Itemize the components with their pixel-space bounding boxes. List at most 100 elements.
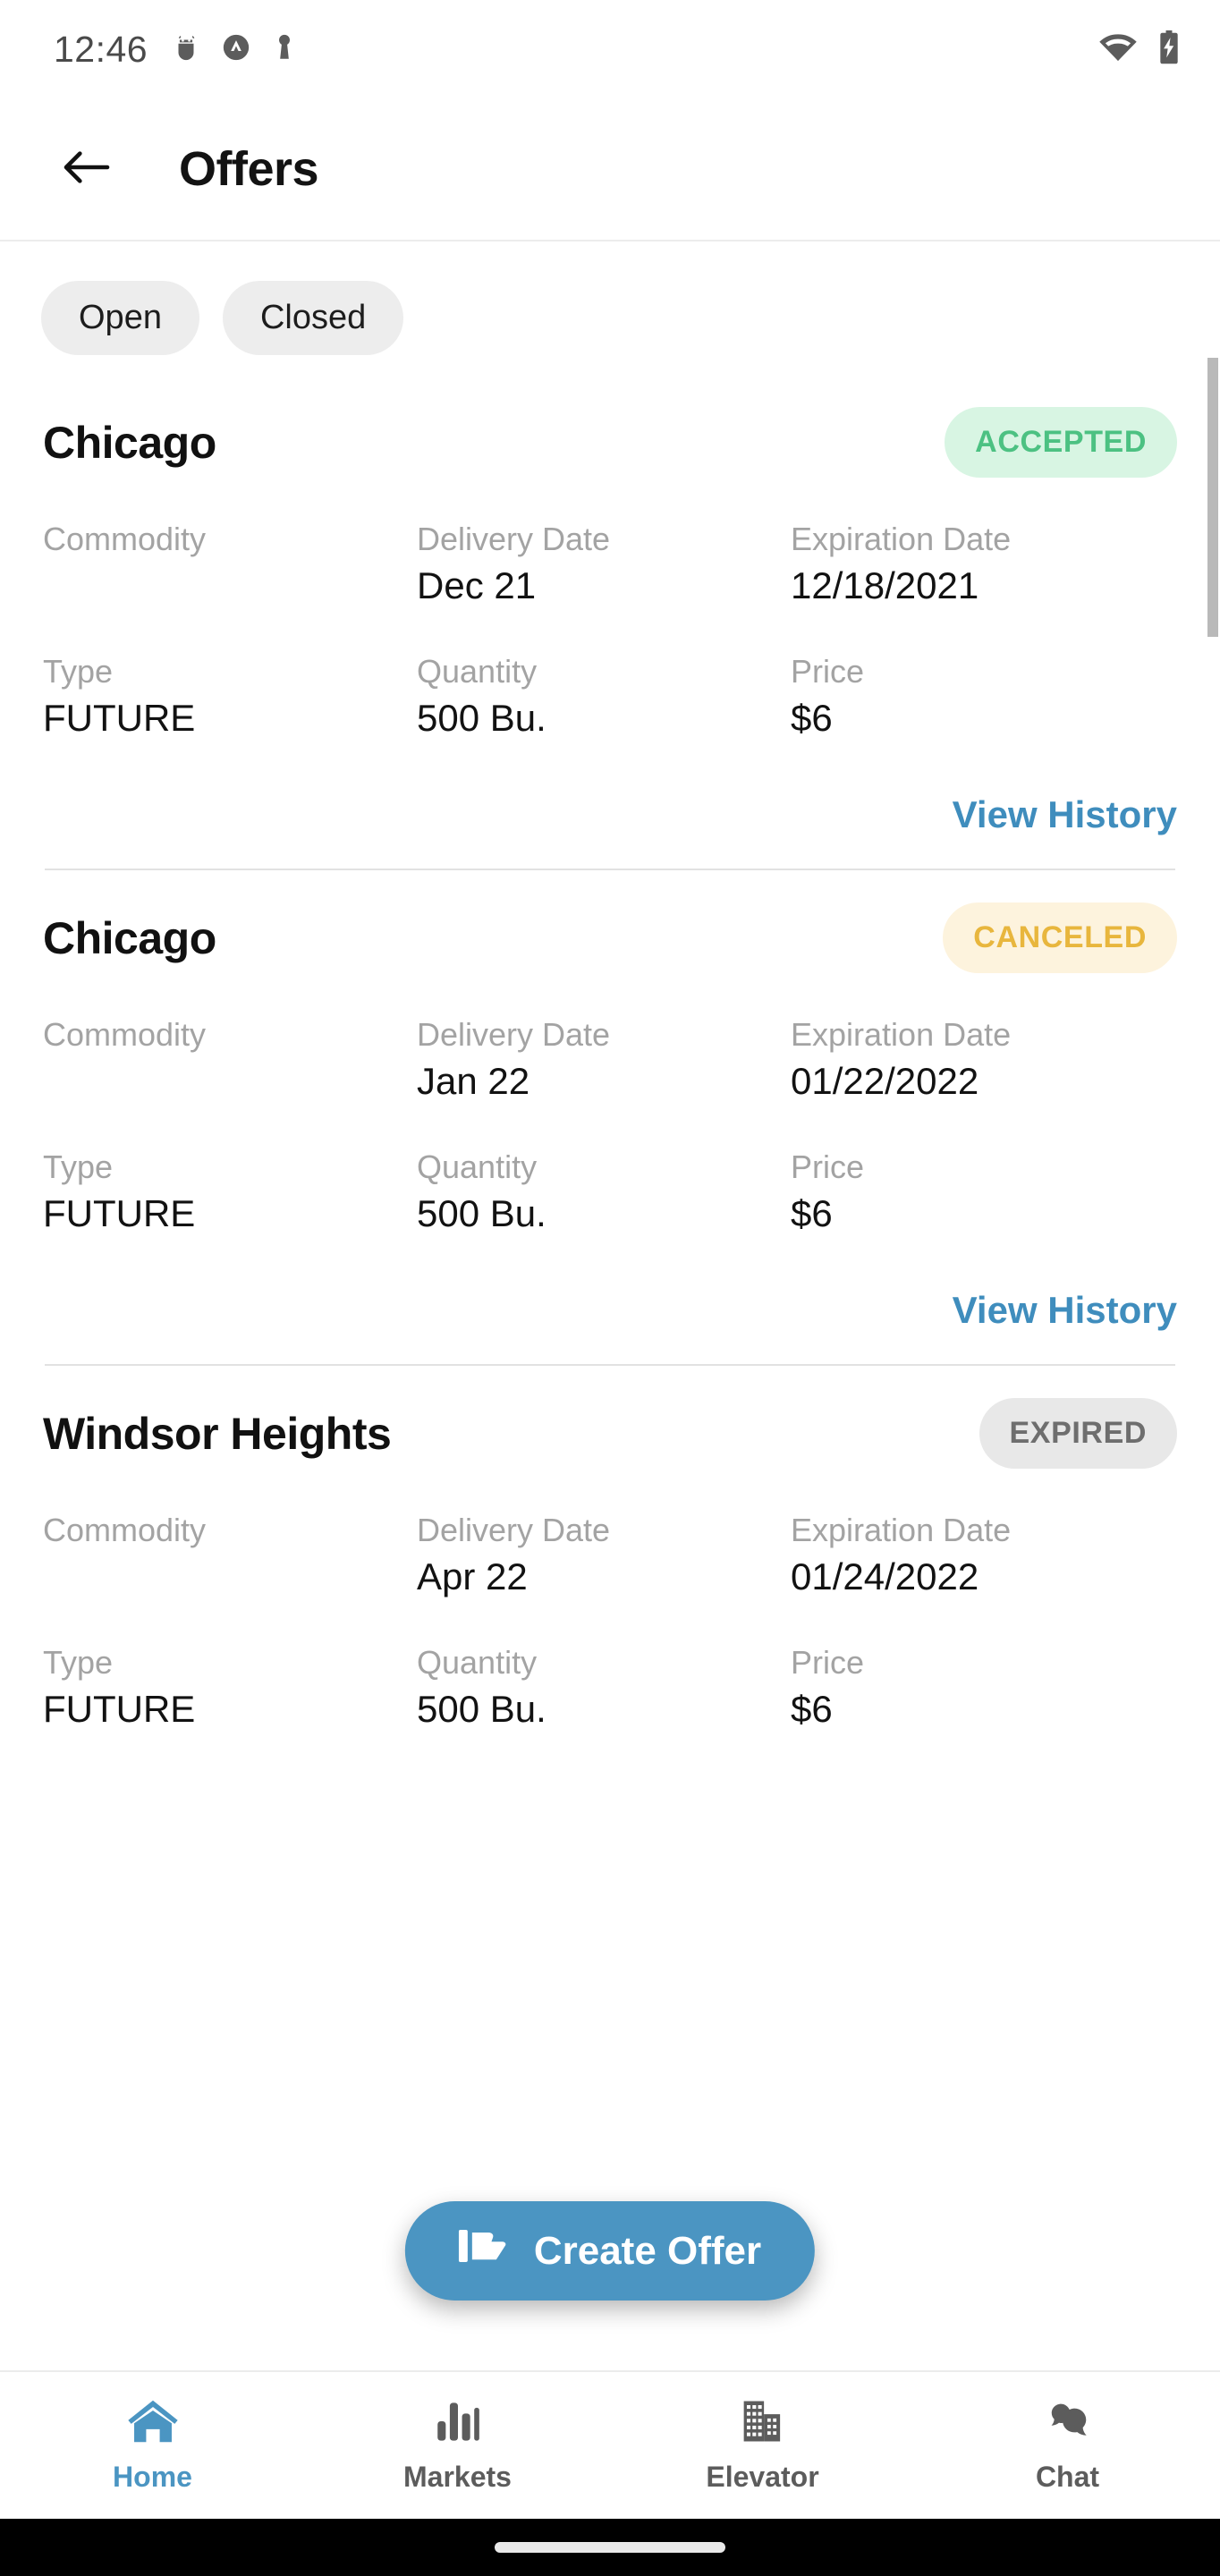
delivery-date-label: Delivery Date xyxy=(417,1512,611,1548)
create-offer-label: Create Offer xyxy=(533,2228,762,2273)
delivery-date-cell: Delivery Date Dec 21 xyxy=(417,519,791,610)
quantity-label: Quantity xyxy=(417,652,538,690)
price-cell: Price $6 xyxy=(791,651,1177,742)
offers-scroll-area[interactable]: Open Closed Chicago ACCEPTED Commodity D… xyxy=(0,242,1220,2370)
offer-detail-row-2: Type FUTURE Quantity 500 Bu. Price $6 xyxy=(43,610,1177,742)
commodity-label: Commodity xyxy=(43,521,207,557)
nav-item-markets[interactable]: Markets xyxy=(305,2372,610,2519)
price-label: Price xyxy=(791,1148,865,1185)
bottom-navigation: Home Markets Elevator Chat xyxy=(0,2370,1220,2519)
expiration-date-value: 01/22/2022 xyxy=(791,1060,979,1102)
expiration-date-cell: Expiration Date 01/22/2022 xyxy=(791,1014,1177,1106)
quantity-value: 500 Bu. xyxy=(417,1191,546,1234)
system-gesture-bar xyxy=(0,2519,1220,2576)
status-badge: CANCELED xyxy=(943,902,1177,973)
offer-location: Chicago xyxy=(43,417,216,468)
status-badge: EXPIRED xyxy=(979,1398,1177,1469)
expiration-date-cell: Expiration Date 01/24/2022 xyxy=(791,1510,1177,1601)
nav-label-markets: Markets xyxy=(403,2461,512,2493)
nav-label-elevator: Elevator xyxy=(706,2461,819,2493)
commodity-value xyxy=(43,563,417,609)
commodity-cell: Commodity xyxy=(43,519,417,610)
chat-bubbles-icon xyxy=(1043,2397,1093,2450)
expiration-date-value: 12/18/2021 xyxy=(791,564,979,606)
status-bar-clock: 12:46 xyxy=(54,28,148,70)
view-history-link[interactable]: View History xyxy=(953,1289,1177,1332)
commodity-label: Commodity xyxy=(43,1016,207,1053)
type-label: Type xyxy=(43,652,114,690)
delivery-date-cell: Delivery Date Apr 22 xyxy=(417,1510,791,1601)
offer-card[interactable]: Windsor Heights EXPIRED Commodity Delive… xyxy=(0,1366,1220,1733)
back-arrow-icon xyxy=(61,147,113,192)
type-cell: Type FUTURE xyxy=(43,1147,417,1238)
nav-item-elevator[interactable]: Elevator xyxy=(610,2372,915,2519)
delivery-date-value: Jan 22 xyxy=(417,1060,530,1102)
commodity-label: Commodity xyxy=(43,1512,207,1548)
nav-item-home[interactable]: Home xyxy=(0,2372,305,2519)
quantity-cell: Quantity 500 Bu. xyxy=(417,1642,791,1733)
vpn-key-icon xyxy=(271,32,298,67)
offer-card[interactable]: Chicago CANCELED Commodity Delivery Date… xyxy=(0,870,1220,1332)
delivery-date-value: Apr 22 xyxy=(417,1555,528,1597)
quantity-value: 500 Bu. xyxy=(417,696,546,739)
app-screen: 12:46 Offers Open Closed Chicago ACCEPTE… xyxy=(0,0,1220,2576)
status-bar-system-icons xyxy=(1098,30,1181,69)
nav-label-home: Home xyxy=(113,2461,192,2493)
commodity-cell: Commodity xyxy=(43,1014,417,1106)
offer-detail-row-2: Type FUTURE Quantity 500 Bu. Price $6 xyxy=(43,1601,1177,1733)
view-history-row: View History xyxy=(43,741,1177,836)
status-bar-notification-icons xyxy=(171,32,298,67)
offer-header: Chicago CANCELED xyxy=(43,870,1177,973)
delivery-date-cell: Delivery Date Jan 22 xyxy=(417,1014,791,1106)
battery-charging-icon xyxy=(1157,30,1181,69)
filter-chip-open[interactable]: Open xyxy=(41,281,199,355)
offer-detail-row-1: Commodity Delivery Date Dec 21 Expiratio… xyxy=(43,478,1177,610)
quantity-cell: Quantity 500 Bu. xyxy=(417,1147,791,1238)
type-label: Type xyxy=(43,1148,114,1185)
quantity-value: 500 Bu. xyxy=(417,1687,546,1730)
quantity-label: Quantity xyxy=(417,1148,538,1185)
building-icon xyxy=(739,2397,787,2450)
filter-chip-closed[interactable]: Closed xyxy=(222,281,404,355)
price-label: Price xyxy=(791,1643,865,1681)
create-offer-button[interactable]: Create Offer xyxy=(404,2201,816,2301)
app-bar: Offers xyxy=(0,98,1220,242)
nav-label-chat: Chat xyxy=(1035,2461,1100,2493)
type-value: FUTURE xyxy=(43,696,196,739)
expiration-date-cell: Expiration Date 12/18/2021 xyxy=(791,519,1177,610)
bar-chart-icon xyxy=(435,2397,481,2450)
type-cell: Type FUTURE xyxy=(43,651,417,742)
type-label: Type xyxy=(43,1643,114,1681)
back-button[interactable] xyxy=(55,138,118,200)
price-value: $6 xyxy=(791,1191,833,1234)
wifi-icon xyxy=(1098,32,1138,67)
delivery-date-label: Delivery Date xyxy=(417,521,611,557)
quantity-label: Quantity xyxy=(417,1643,538,1681)
price-value: $6 xyxy=(791,696,833,739)
price-label: Price xyxy=(791,652,865,690)
offer-flag-icon xyxy=(458,2228,507,2274)
gesture-pill[interactable] xyxy=(495,2542,725,2553)
delivery-date-label: Delivery Date xyxy=(417,1016,611,1053)
type-value: FUTURE xyxy=(43,1687,196,1730)
price-cell: Price $6 xyxy=(791,1642,1177,1733)
offer-detail-row-1: Commodity Delivery Date Jan 22 Expiratio… xyxy=(43,973,1177,1106)
offer-card[interactable]: Chicago ACCEPTED Commodity Delivery Date… xyxy=(0,375,1220,836)
status-bar-left: 12:46 xyxy=(54,29,298,71)
adaptive-brightness-icon xyxy=(221,32,251,67)
expiration-date-label: Expiration Date xyxy=(791,1016,1012,1053)
offer-header: Windsor Heights EXPIRED xyxy=(43,1366,1177,1469)
offer-detail-row-2: Type FUTURE Quantity 500 Bu. Price $6 xyxy=(43,1106,1177,1238)
type-value: FUTURE xyxy=(43,1191,196,1234)
nav-item-chat[interactable]: Chat xyxy=(915,2372,1220,2519)
home-icon xyxy=(127,2397,179,2450)
commodity-cell: Commodity xyxy=(43,1510,417,1601)
android-debug-icon xyxy=(171,32,201,67)
commodity-value xyxy=(43,1554,417,1600)
expiration-date-label: Expiration Date xyxy=(791,521,1012,557)
view-history-row: View History xyxy=(43,1237,1177,1332)
status-bar: 12:46 xyxy=(0,0,1220,98)
commodity-value xyxy=(43,1058,417,1105)
view-history-link[interactable]: View History xyxy=(953,793,1177,836)
offer-location: Chicago xyxy=(43,912,216,963)
